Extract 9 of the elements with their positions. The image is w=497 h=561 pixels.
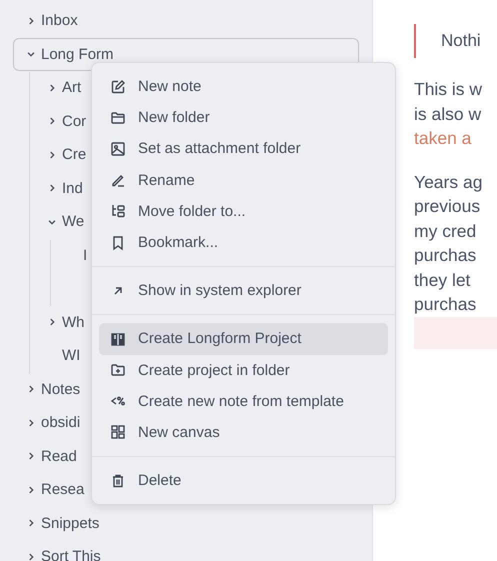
paragraph-line: Years ag [414, 170, 482, 194]
quote-text: Nothi [441, 31, 481, 51]
paragraph-line: they let [414, 268, 470, 292]
paragraph-line: This is w [414, 78, 482, 101]
paragraph-line: is also w [414, 102, 482, 126]
paragraph-line: purchas [414, 293, 476, 316]
paragraph-line: purchas [414, 244, 476, 267]
paragraph-line: my cred [414, 220, 476, 243]
paragraph-line: previous [414, 195, 480, 218]
